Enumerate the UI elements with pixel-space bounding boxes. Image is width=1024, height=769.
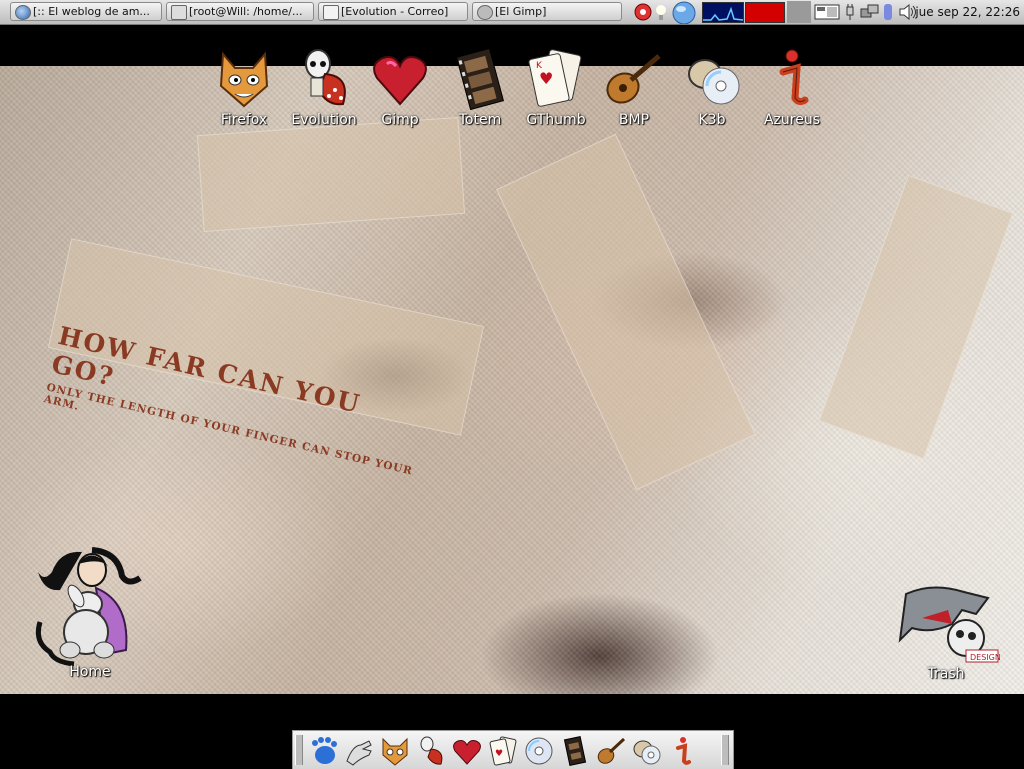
cards-icon: ♥ K: [528, 49, 582, 107]
memory-monitor[interactable]: [745, 2, 785, 23]
trash-icon: DESIGN: [898, 586, 1000, 663]
evolution-icon[interactable]: [415, 735, 447, 767]
taskbar-item-gimp[interactable]: [El Gimp]: [472, 2, 622, 21]
svg-text:♥: ♥: [539, 69, 553, 88]
bluetooth-icon[interactable]: [882, 3, 894, 21]
desktop-icon-bmp[interactable]: BMP: [594, 46, 674, 128]
desktop-icon-label: Evolution: [291, 112, 357, 128]
dock-right-handle[interactable]: [721, 735, 729, 765]
desktop-icon-label: Azureus: [763, 112, 821, 128]
desktop-icon-label: Trash: [927, 666, 965, 682]
desktop-icon-home[interactable]: Home: [30, 542, 150, 680]
show-desktop-icon[interactable]: [814, 3, 840, 21]
desktop-icon-evolution[interactable]: Evolution: [284, 46, 364, 128]
desktop-icon-label: GThumb: [526, 112, 586, 128]
azureus-icon[interactable]: [667, 735, 699, 767]
desktop-icon-label: Home: [69, 664, 111, 680]
heart-icon: [373, 56, 427, 106]
desktop-icon-gthumb[interactable]: ♥ K GThumb: [516, 46, 596, 128]
taskbar-item-weblog[interactable]: [:: El weblog de am...: [10, 2, 162, 21]
lightbulb-icon[interactable]: [655, 3, 667, 21]
clock[interactable]: jue sep 22, 22:26: [915, 0, 1020, 24]
film-icon: [455, 47, 505, 111]
fox-icon: [219, 51, 269, 108]
cd-icon[interactable]: [523, 735, 555, 767]
desktop-wallpaper: HOW FAR CAN YOU GO? ONLY THE LENGTH OF Y…: [0, 66, 1024, 694]
heart-icon[interactable]: [451, 735, 483, 767]
wallpaper-tape: [818, 174, 1014, 460]
svg-text:DESIGN: DESIGN: [970, 653, 1000, 662]
gimp-icon: [477, 5, 493, 20]
evolution-icon: [305, 49, 346, 106]
task-label: [Evolution - Correo]: [341, 5, 449, 18]
mail-icon: [323, 5, 339, 20]
azureus-icon: [779, 49, 809, 106]
desktop-icon-label: Gimp: [381, 112, 419, 128]
k3b-icon[interactable]: [631, 735, 663, 767]
doll-icon: [35, 547, 142, 667]
wallpaper-tape: [496, 133, 756, 491]
desktop-icon-k3b[interactable]: K3b: [672, 46, 752, 128]
desktop-icon-label: BMP: [618, 112, 650, 128]
desktop-icon-totem[interactable]: Totem: [440, 46, 520, 128]
cd-icon: [688, 59, 740, 105]
hand-icon[interactable]: [343, 735, 375, 767]
globe-icon[interactable]: [670, 0, 698, 24]
svg-text:♥: ♥: [495, 749, 503, 759]
film-icon[interactable]: [559, 735, 591, 767]
wallpaper-tape: [196, 116, 466, 233]
cpu-graph-icon: [703, 6, 744, 21]
lute-icon: [606, 54, 661, 104]
fox-icon[interactable]: [379, 735, 411, 767]
desktop-icon-label: K3b: [698, 112, 726, 128]
taskbar-item-evolution[interactable]: [Evolution - Correo]: [318, 2, 468, 21]
gnome-foot-icon[interactable]: [307, 735, 339, 767]
task-label: [root@Will: /home/...: [189, 5, 303, 18]
workspace-switcher[interactable]: [787, 1, 811, 23]
terminal-icon: [171, 5, 187, 20]
globe-icon: [15, 5, 31, 20]
dock-left-handle[interactable]: [295, 735, 303, 765]
desktop-icon-trash[interactable]: DESIGN Trash: [890, 580, 1002, 682]
power-plug-icon[interactable]: [843, 3, 857, 21]
desktop-icon-label: Firefox: [220, 112, 268, 128]
task-label: [El Gimp]: [495, 5, 547, 18]
top-panel: [:: El weblog de am... [root@Will: /home…: [0, 0, 1024, 25]
task-label: [:: El weblog de am...: [33, 5, 150, 18]
lute-icon[interactable]: [595, 735, 627, 767]
bottom-dock: ♥: [292, 730, 734, 769]
system-update-icon[interactable]: [634, 3, 652, 21]
taskbar-item-terminal[interactable]: [root@Will: /home/...: [166, 2, 314, 21]
network-icon[interactable]: [860, 3, 880, 21]
cards-icon[interactable]: ♥: [487, 735, 519, 767]
desktop-icon-azureus[interactable]: Azureus: [752, 46, 832, 128]
desktop-icon-label: Totem: [458, 112, 502, 128]
desktop-icon-firefox[interactable]: Firefox: [204, 46, 284, 128]
cpu-monitor[interactable]: [702, 2, 744, 23]
desktop-icon-gimp[interactable]: Gimp: [360, 46, 440, 128]
